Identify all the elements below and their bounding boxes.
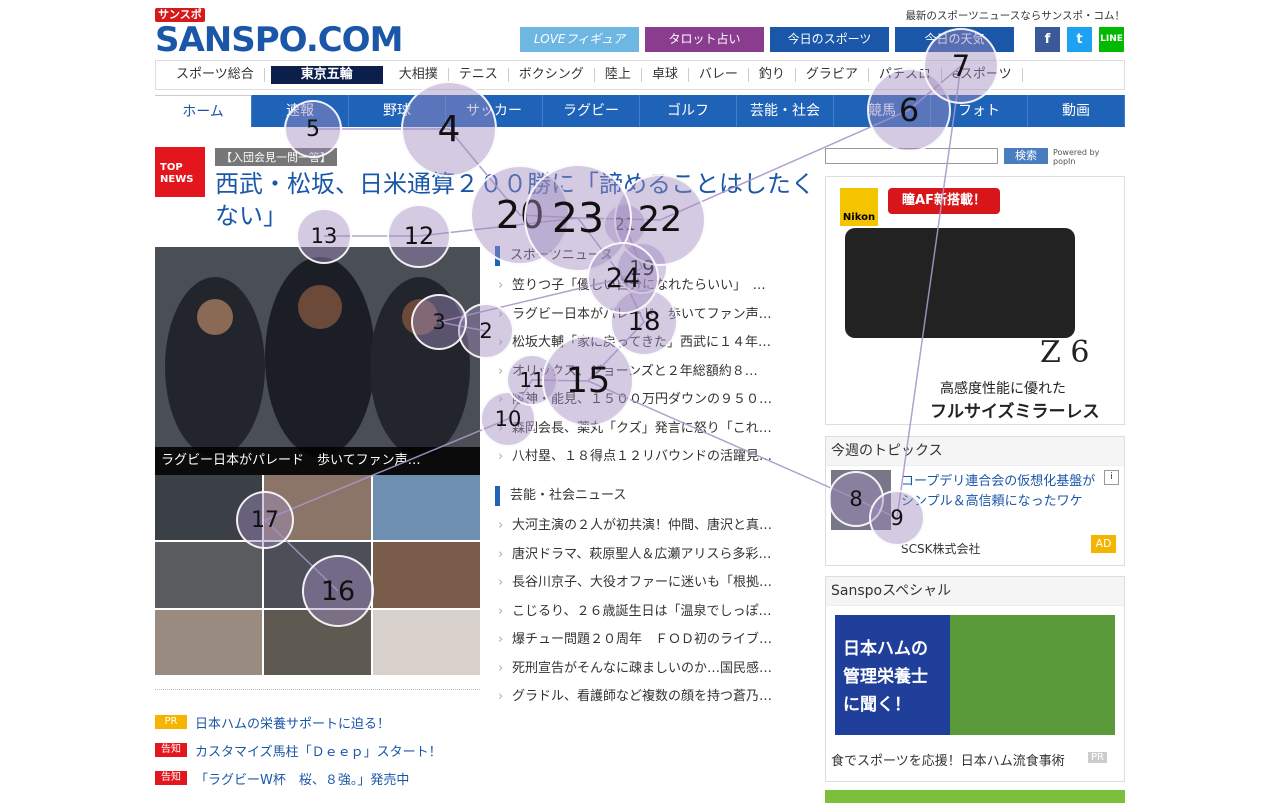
annotation-marker-16: 16 — [302, 555, 374, 627]
annotation-marker-17: 17 — [236, 491, 294, 549]
annotation-marker-3: 3 — [411, 294, 467, 350]
annotation-marker-4: 4 — [401, 81, 497, 177]
annotation-marker-15: 15 — [542, 335, 634, 427]
annotation-marker-7: 7 — [923, 28, 999, 104]
annotation-marker-9: 9 — [869, 490, 925, 546]
annotation-marker-2: 2 — [458, 303, 514, 359]
annotation-marker-13: 13 — [296, 208, 352, 264]
annotation-marker-24: 24 — [587, 242, 659, 314]
annotation-marker-12: 12 — [387, 204, 451, 268]
annotation-marker-5: 5 — [284, 100, 342, 158]
annotation-lines — [264, 65, 962, 592]
